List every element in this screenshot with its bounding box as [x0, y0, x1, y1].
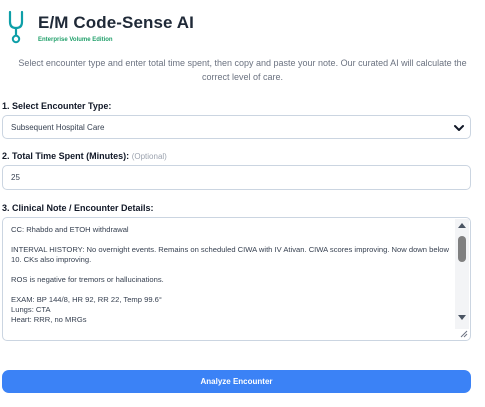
note-scrollbar[interactable] — [455, 219, 469, 329]
encounter-type-select[interactable]: Subsequent Hospital Care — [2, 115, 471, 139]
scrollbar-thumb[interactable] — [458, 236, 466, 262]
optional-hint: (Optional) — [131, 152, 167, 161]
app-title: E/M Code-Sense AI — [38, 13, 194, 32]
chevron-down-icon — [454, 125, 464, 131]
scroll-down-arrow-icon[interactable] — [458, 315, 466, 320]
time-spent-input[interactable]: 25 — [2, 165, 471, 190]
intro-text: Select encounter type and enter total ti… — [18, 58, 467, 82]
time-spent-value: 25 — [11, 173, 20, 182]
time-spent-label: 2. Total Time Spent (Minutes): (Optional… — [2, 151, 167, 161]
encounter-type-label: 1. Select Encounter Type: — [2, 101, 112, 111]
clinical-note-textarea[interactable]: CC: Rhabdo and ETOH withdrawal INTERVAL … — [2, 217, 471, 341]
resize-handle-icon[interactable] — [459, 329, 468, 338]
encounter-type-value: Subsequent Hospital Care — [11, 122, 105, 132]
app-subtitle: Enterprise Volume Edition — [38, 37, 113, 43]
clinical-note-text: CC: Rhabdo and ETOH withdrawal INTERVAL … — [11, 225, 449, 324]
clinical-note-label: 3. Clinical Note / Encounter Details: — [2, 203, 154, 213]
time-spent-label-text: 2. Total Time Spent (Minutes): — [2, 151, 130, 161]
analyze-encounter-button[interactable]: Analyze Encounter — [2, 370, 471, 393]
stethoscope-icon — [8, 10, 24, 44]
app-header: E/M Code-Sense AI Enterprise Volume Edit… — [6, 10, 194, 44]
scroll-up-arrow-icon[interactable] — [458, 223, 466, 228]
